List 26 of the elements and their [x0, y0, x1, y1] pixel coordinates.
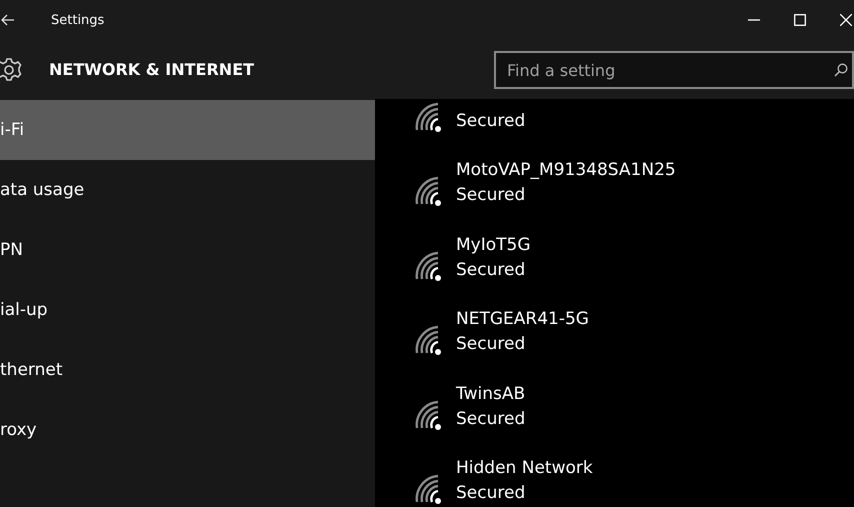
network-name[interactable]: MotoVAP_M91348SA1N25 [456, 158, 676, 183]
network-name[interactable]: TwinsAB [456, 382, 526, 406]
network-status: Secured [456, 110, 526, 132]
window-title: Settings [51, 12, 106, 28]
sidebar-item[interactable]: thernet [0, 340, 375, 400]
minimize-icon[interactable] [748, 19, 760, 21]
network-name[interactable]: NETGEAR41-5G [456, 307, 589, 332]
network-status: Secured [456, 482, 526, 505]
network-status: Secured [456, 333, 526, 356]
network-status: Secured [456, 184, 526, 207]
close-icon[interactable] [840, 14, 852, 26]
maximize-icon[interactable] [794, 14, 806, 26]
network-status: Secured [456, 408, 526, 430]
sidebar-item[interactable]: i-Fi [0, 100, 375, 160]
sidebar-item[interactable]: ata usage [0, 160, 375, 220]
search-field[interactable]: Find a setting [494, 51, 854, 89]
page-heading: NETWORK & INTERNET [49, 60, 256, 79]
network-status: Secured [456, 258, 526, 282]
back-arrow-icon[interactable] [0, 13, 14, 27]
settings-icon [0, 56, 22, 82]
sidebar-item[interactable]: ial-up [0, 280, 375, 340]
sidebar-item[interactable]: PN [0, 220, 375, 280]
search-icon [834, 63, 848, 77]
sidebar-item[interactable]: roxy [0, 400, 375, 460]
network-name[interactable]: Hidden Network [456, 456, 593, 481]
network-name[interactable]: MyIoT5G [456, 232, 531, 258]
